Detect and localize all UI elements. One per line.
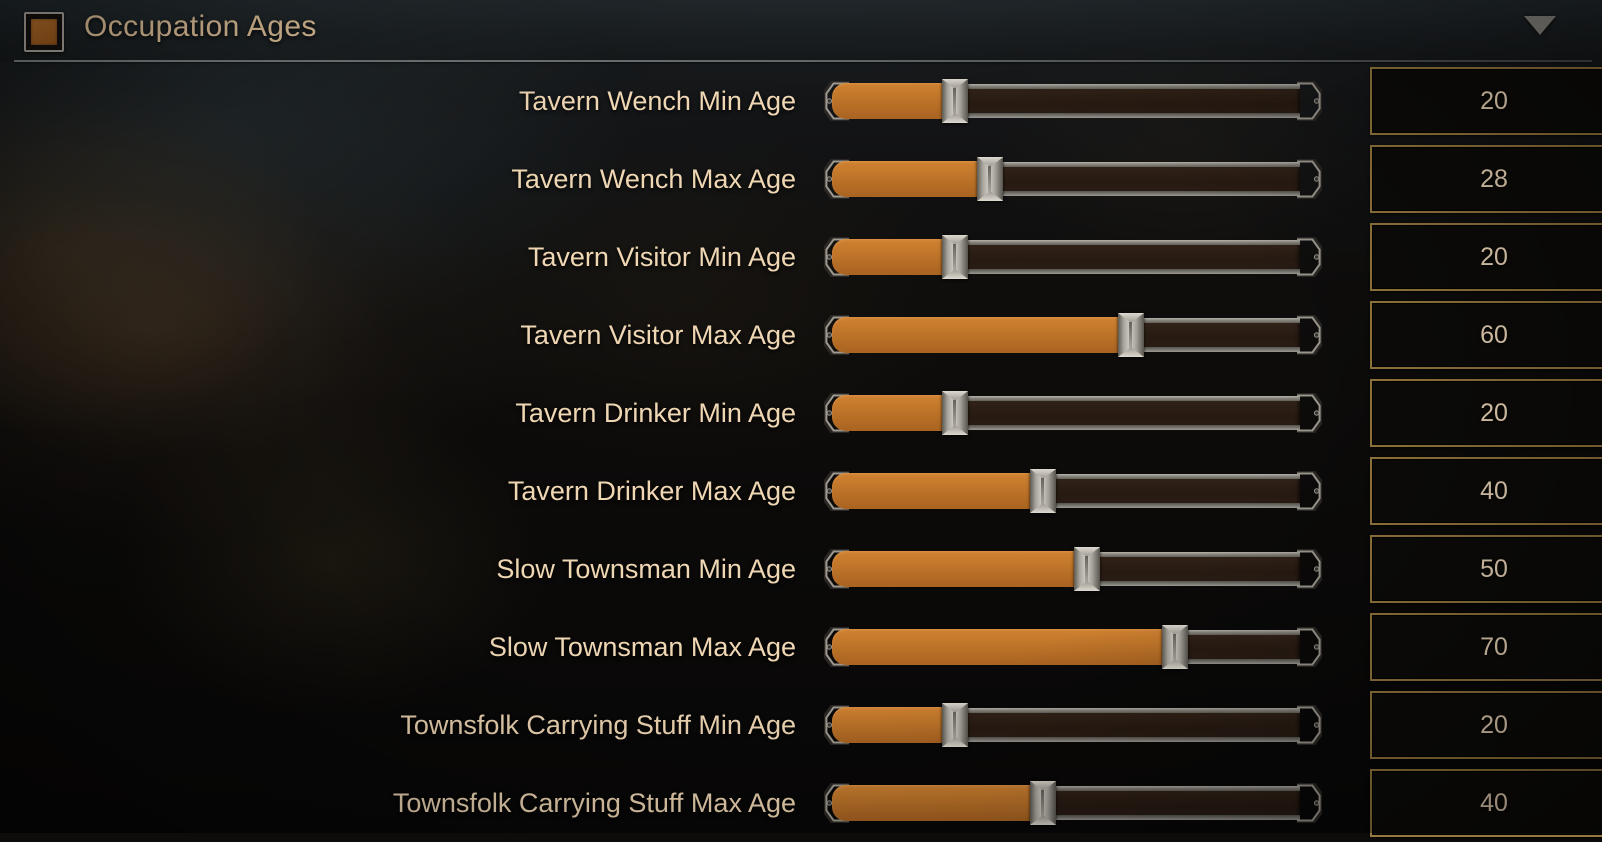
setting-label: Slow Townsman Min Age xyxy=(96,554,796,585)
setting-value-box[interactable]: 50 xyxy=(1370,535,1602,603)
setting-label: Tavern Visitor Min Age xyxy=(96,242,796,273)
setting-value: 40 xyxy=(1480,477,1508,506)
setting-slider[interactable] xyxy=(824,546,1322,592)
slider-handle[interactable] xyxy=(1162,625,1188,669)
setting-value-box[interactable]: 40 xyxy=(1370,457,1602,525)
slider-handle-stem xyxy=(1173,634,1176,660)
setting-label: Tavern Drinker Max Age xyxy=(96,476,796,507)
setting-value-box[interactable]: 20 xyxy=(1370,223,1602,291)
slider-cap-right-icon xyxy=(1296,393,1322,433)
setting-row: Tavern Wench Max Age 28 xyxy=(0,140,1602,218)
slider-handle-stem xyxy=(1129,322,1132,348)
setting-row: Townsfolk Carrying Stuff Min Age 20 xyxy=(0,686,1602,764)
setting-label: Tavern Wench Min Age xyxy=(96,86,796,117)
slider-cap-right-icon xyxy=(1296,159,1322,199)
checkbox-fill xyxy=(31,19,57,45)
setting-row: Slow Townsman Min Age 50 xyxy=(0,530,1602,608)
slider-cap-right-icon xyxy=(1296,627,1322,667)
setting-value-box[interactable]: 40 xyxy=(1370,769,1602,837)
setting-row: Tavern Visitor Max Age 60 xyxy=(0,296,1602,374)
setting-value-box[interactable]: 28 xyxy=(1370,145,1602,213)
setting-value-box[interactable]: 20 xyxy=(1370,67,1602,135)
slider-handle[interactable] xyxy=(1074,547,1100,591)
chevron-down-icon[interactable] xyxy=(1524,16,1556,35)
slider-fill xyxy=(832,629,1168,665)
setting-value: 60 xyxy=(1480,321,1508,350)
slider-cap-right-icon xyxy=(1296,549,1322,589)
setting-row: Tavern Drinker Min Age 20 xyxy=(0,374,1602,452)
section-header[interactable]: Occupation Ages xyxy=(0,0,1602,62)
slider-handle[interactable] xyxy=(1030,781,1056,825)
slider-handle-stem xyxy=(953,88,956,114)
setting-label: Townsfolk Carrying Stuff Min Age xyxy=(96,710,796,741)
slider-handle[interactable] xyxy=(942,79,968,123)
slider-handle-stem xyxy=(953,400,956,426)
slider-cap-right-icon xyxy=(1296,783,1322,823)
slider-handle[interactable] xyxy=(942,391,968,435)
setting-value: 50 xyxy=(1480,555,1508,584)
slider-fill xyxy=(832,239,948,275)
settings-list: Tavern Wench Min Age 20 Tavern Wench Max… xyxy=(0,62,1602,842)
setting-value: 28 xyxy=(1480,165,1508,194)
slider-fill xyxy=(832,317,1124,353)
setting-label: Slow Townsman Max Age xyxy=(96,632,796,663)
slider-handle[interactable] xyxy=(1118,313,1144,357)
setting-row: Tavern Wench Min Age 20 xyxy=(0,62,1602,140)
setting-row: Slow Townsman Max Age 70 xyxy=(0,608,1602,686)
slider-cap-right-icon xyxy=(1296,471,1322,511)
setting-label: Tavern Wench Max Age xyxy=(96,164,796,195)
setting-slider[interactable] xyxy=(824,312,1322,358)
slider-fill xyxy=(832,83,948,119)
setting-value-box[interactable]: 20 xyxy=(1370,691,1602,759)
slider-fill xyxy=(832,395,948,431)
section-enabled-checkbox[interactable] xyxy=(24,12,64,52)
slider-fill xyxy=(832,707,948,743)
setting-value-box[interactable]: 20 xyxy=(1370,379,1602,447)
slider-fill xyxy=(832,161,983,197)
setting-value: 40 xyxy=(1480,789,1508,818)
slider-handle-stem xyxy=(988,166,991,192)
setting-slider[interactable] xyxy=(824,156,1322,202)
setting-slider[interactable] xyxy=(824,390,1322,436)
slider-fill xyxy=(832,473,1036,509)
setting-label: Tavern Visitor Max Age xyxy=(96,320,796,351)
page-title: Occupation Ages xyxy=(84,10,317,44)
setting-value-box[interactable]: 60 xyxy=(1370,301,1602,369)
slider-cap-right-icon xyxy=(1296,237,1322,277)
setting-value: 20 xyxy=(1480,711,1508,740)
setting-value: 70 xyxy=(1480,633,1508,662)
slider-handle[interactable] xyxy=(942,235,968,279)
slider-handle-stem xyxy=(953,712,956,738)
setting-slider[interactable] xyxy=(824,780,1322,826)
slider-handle-stem xyxy=(1041,790,1044,816)
setting-value: 20 xyxy=(1480,87,1508,116)
setting-slider[interactable] xyxy=(824,468,1322,514)
slider-cap-right-icon xyxy=(1296,705,1322,745)
slider-handle-stem xyxy=(953,244,956,270)
setting-value: 20 xyxy=(1480,243,1508,272)
setting-row: Townsfolk Carrying Stuff Max Age 40 xyxy=(0,764,1602,842)
setting-row: Tavern Drinker Max Age 40 xyxy=(0,452,1602,530)
setting-slider[interactable] xyxy=(824,78,1322,124)
setting-slider[interactable] xyxy=(824,234,1322,280)
slider-handle[interactable] xyxy=(1030,469,1056,513)
setting-slider[interactable] xyxy=(824,624,1322,670)
slider-cap-right-icon xyxy=(1296,81,1322,121)
slider-handle[interactable] xyxy=(942,703,968,747)
setting-slider[interactable] xyxy=(824,702,1322,748)
slider-cap-right-icon xyxy=(1296,315,1322,355)
setting-label: Tavern Drinker Min Age xyxy=(96,398,796,429)
slider-fill xyxy=(832,551,1080,587)
setting-row: Tavern Visitor Min Age 20 xyxy=(0,218,1602,296)
slider-fill xyxy=(832,785,1036,821)
slider-handle-stem xyxy=(1085,556,1088,582)
slider-handle-stem xyxy=(1041,478,1044,504)
setting-value-box[interactable]: 70 xyxy=(1370,613,1602,681)
slider-handle[interactable] xyxy=(977,157,1003,201)
setting-label: Townsfolk Carrying Stuff Max Age xyxy=(96,788,796,819)
setting-value: 20 xyxy=(1480,399,1508,428)
